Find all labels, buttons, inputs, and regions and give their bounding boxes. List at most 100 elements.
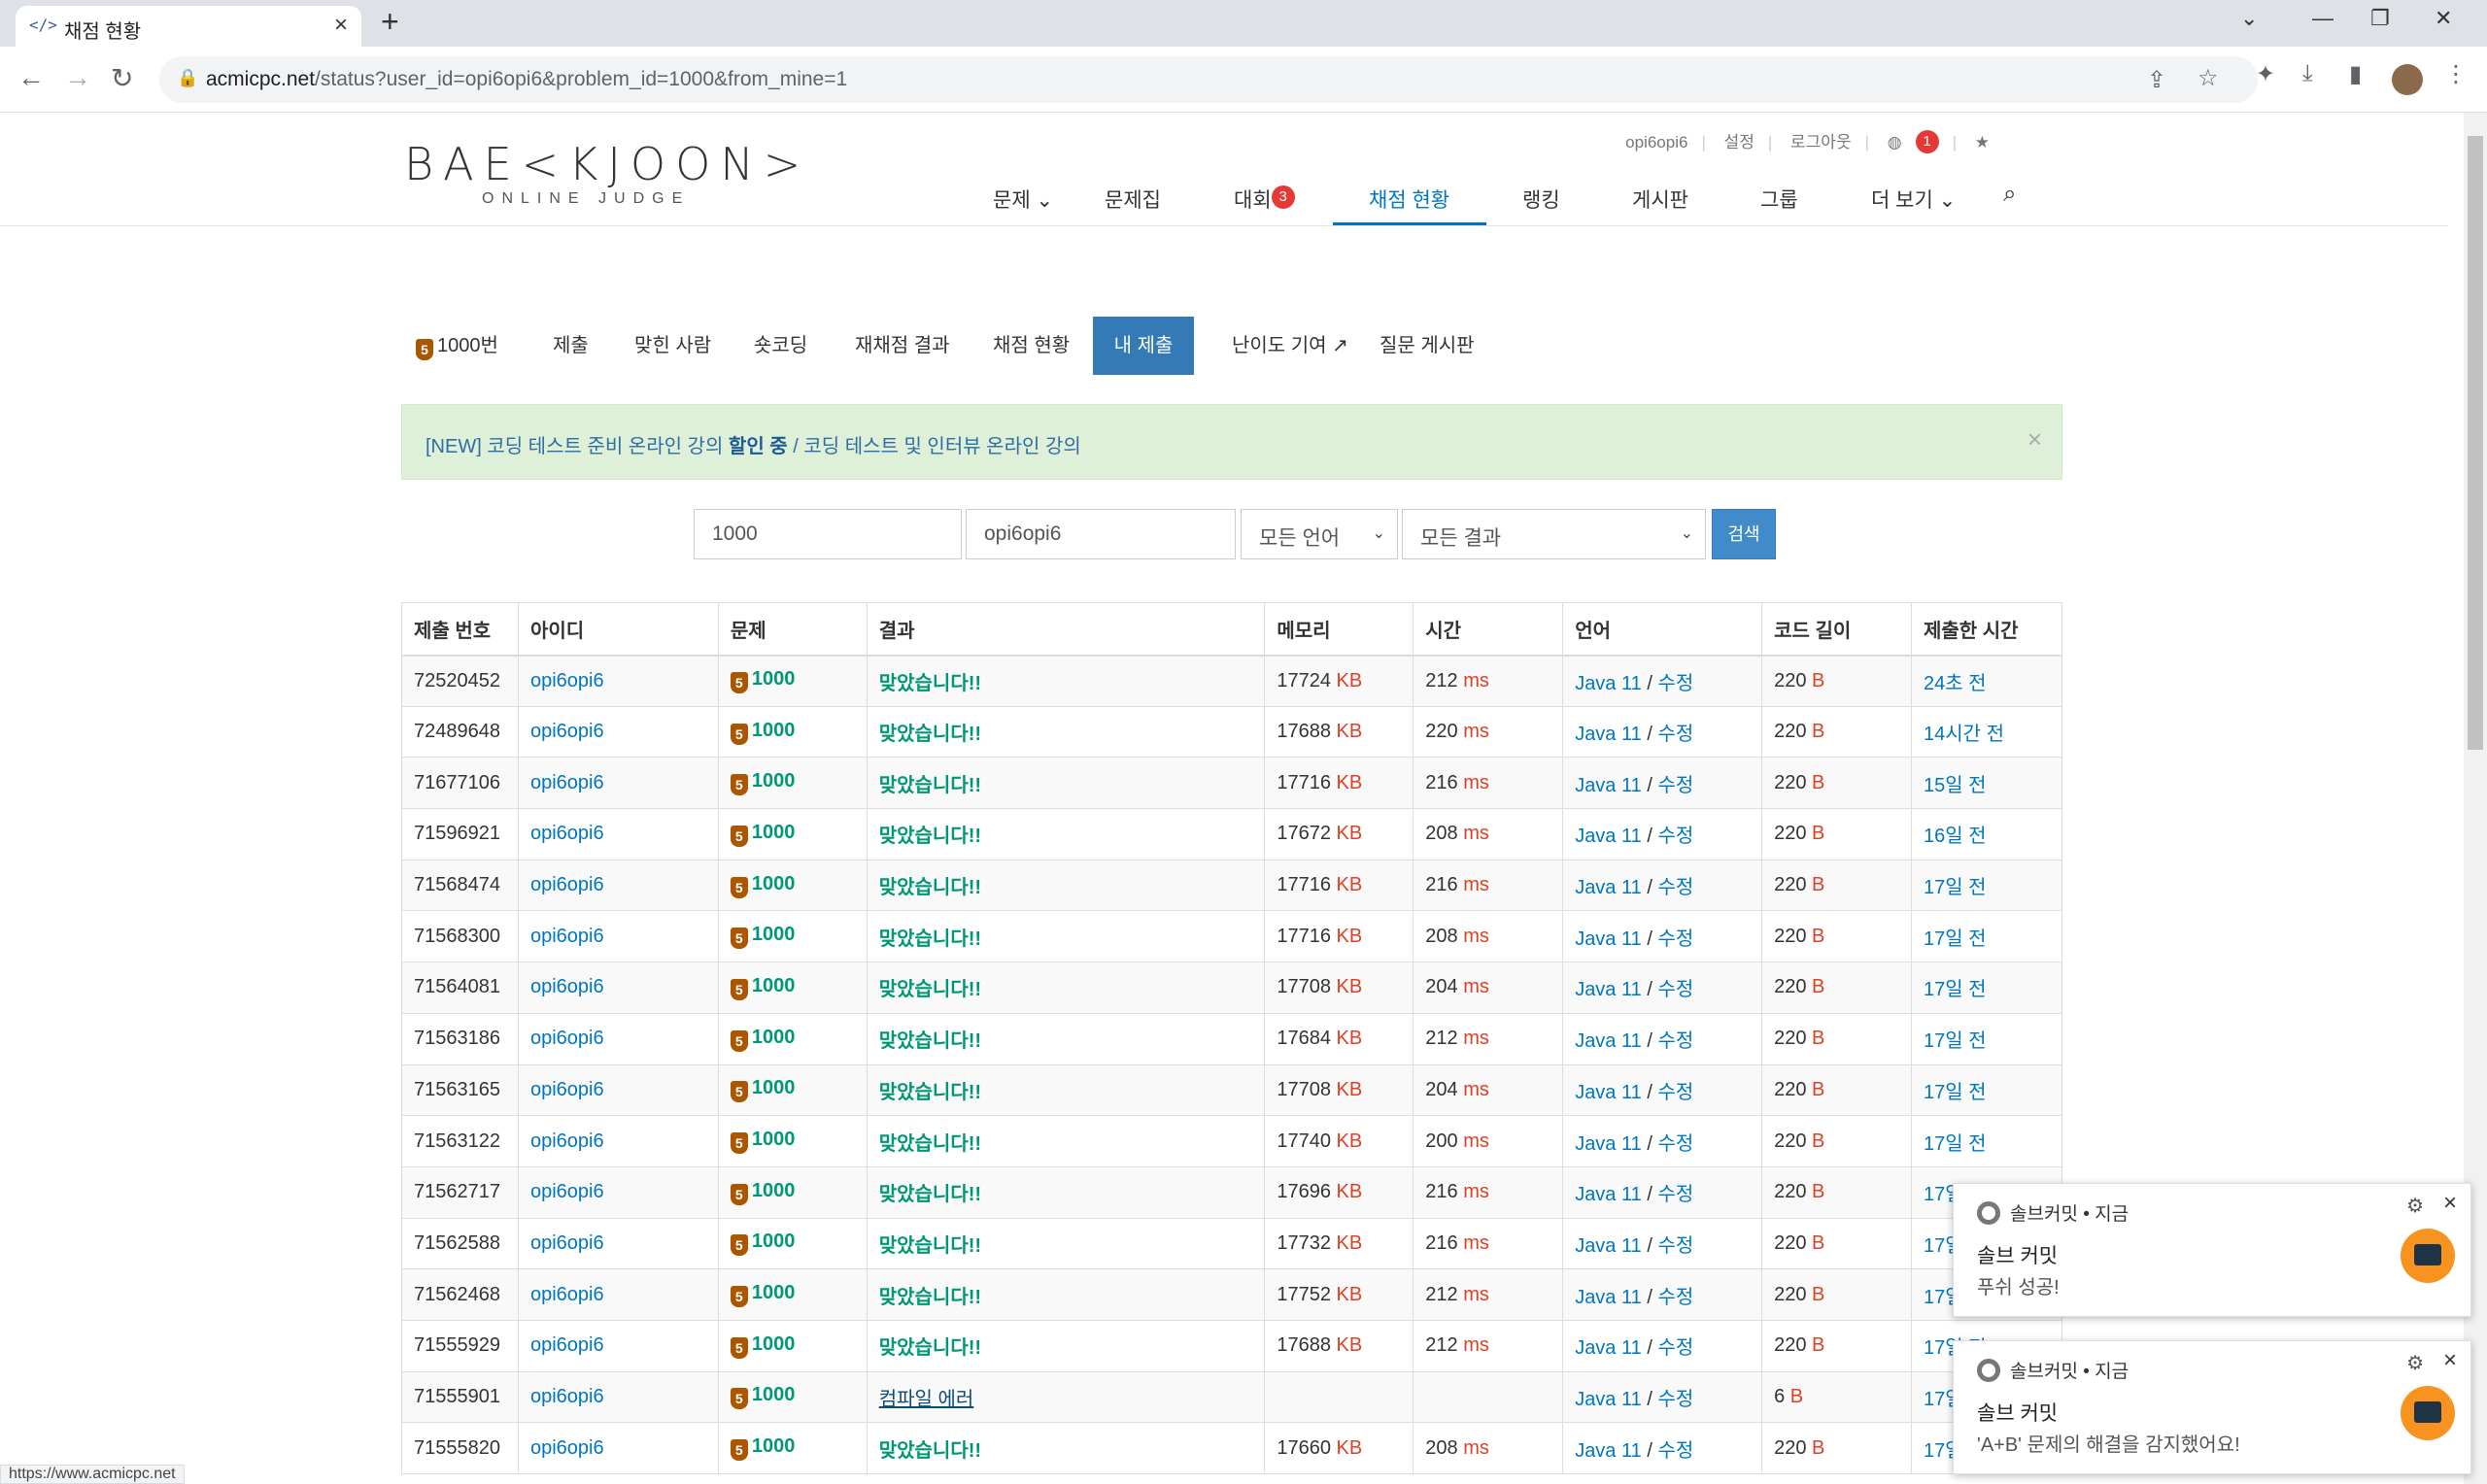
address-bar[interactable]: 🔒 acmicpc.net/status?user_id=opi6opi6&pr…: [159, 56, 2258, 103]
problem-link[interactable]: 1000: [752, 668, 796, 690]
problem-link[interactable]: 1000: [752, 873, 796, 894]
window-close-icon[interactable]: ✕: [2435, 6, 2452, 31]
language-link[interactable]: Java 11: [1575, 979, 1642, 1000]
tab-shortcoding[interactable]: 숏코딩: [740, 317, 821, 375]
user-link[interactable]: opi6opi6: [530, 772, 604, 793]
close-icon[interactable]: ×: [2443, 1190, 2457, 1217]
language-link[interactable]: Java 11: [1575, 673, 1642, 694]
language-link[interactable]: Java 11: [1575, 1337, 1642, 1359]
problem-link[interactable]: 1000: [752, 1129, 796, 1150]
settings-link[interactable]: 설정: [1724, 133, 1755, 152]
edit-link[interactable]: 수정: [1657, 1389, 1693, 1410]
notification-toast[interactable]: 솔브커밋 • 지금 ⚙ × 솔브 커밋 푸쉬 성공!: [1953, 1183, 2471, 1317]
restore-icon[interactable]: ❐: [2370, 6, 2390, 31]
edit-link[interactable]: 수정: [1657, 673, 1693, 694]
submitted-time-link[interactable]: 24초 전: [1924, 673, 1987, 694]
user-link[interactable]: opi6opi6: [530, 1437, 604, 1459]
problem-link[interactable]: 1000: [752, 924, 796, 945]
edit-link[interactable]: 수정: [1657, 877, 1693, 898]
user-link[interactable]: opi6opi6: [530, 1386, 604, 1407]
language-link[interactable]: Java 11: [1575, 1184, 1642, 1205]
edit-link[interactable]: 수정: [1657, 826, 1693, 847]
edit-link[interactable]: 수정: [1657, 724, 1693, 745]
user-link[interactable]: opi6opi6: [530, 670, 604, 691]
problem-link[interactable]: 1000: [752, 1231, 796, 1252]
user-link[interactable]: opi6opi6: [530, 1028, 604, 1049]
notification-toast[interactable]: 솔브커밋 • 지금 ⚙ × 솔브 커밋 'A+B' 문제의 해결을 감지했어요!: [1953, 1340, 2471, 1474]
problem-link[interactable]: 1000: [752, 975, 796, 996]
problem-link[interactable]: 1000: [752, 1384, 796, 1405]
user-link[interactable]: opi6opi6: [530, 1334, 604, 1356]
extensions-icon[interactable]: ✦: [2256, 60, 2275, 88]
submitted-time-link[interactable]: 17일 전: [1924, 1030, 1987, 1052]
problem-link[interactable]: 1000: [752, 1282, 796, 1303]
gear-icon[interactable]: ⚙: [2406, 1351, 2424, 1375]
search-icon[interactable]: ⌕: [2003, 181, 2016, 208]
submitted-time-link[interactable]: 17일 전: [1924, 979, 1987, 1000]
menu-kebab-icon[interactable]: ⋮: [2444, 60, 2468, 88]
user-link[interactable]: opi6opi6: [530, 874, 604, 895]
user-link[interactable]: opi6opi6: [530, 926, 604, 947]
result-text[interactable]: 컴파일 에러: [879, 1389, 974, 1410]
submitted-time-link[interactable]: 16일 전: [1924, 826, 1987, 847]
nav-groups[interactable]: 그룹: [1760, 185, 1798, 214]
edit-link[interactable]: 수정: [1657, 1133, 1693, 1155]
user-link[interactable]: opi6opi6: [530, 1232, 604, 1254]
submitted-time-link[interactable]: 17일 전: [1924, 1082, 1987, 1103]
scrollbar-thumb[interactable]: [2468, 136, 2483, 750]
language-link[interactable]: Java 11: [1575, 877, 1642, 898]
nav-more[interactable]: 더 보기 ⌄: [1871, 185, 1956, 214]
tab-status[interactable]: 채점 현황: [979, 317, 1083, 375]
download-icon[interactable]: ⤓: [2302, 60, 2313, 87]
edit-link[interactable]: 수정: [1657, 1440, 1693, 1462]
edit-link[interactable]: 수정: [1657, 1235, 1693, 1257]
language-link[interactable]: Java 11: [1575, 1440, 1642, 1462]
problem-link[interactable]: 1000: [752, 1077, 796, 1098]
edit-link[interactable]: 수정: [1657, 979, 1693, 1000]
tab-problem[interactable]: 5 1000번: [402, 317, 512, 375]
language-select[interactable]: 모든 언어 ⌄: [1241, 509, 1398, 559]
edit-link[interactable]: 수정: [1657, 928, 1693, 950]
user-link[interactable]: opi6opi6: [530, 721, 604, 742]
user-link[interactable]: opi6opi6: [530, 1284, 604, 1305]
user-link[interactable]: opi6opi6: [530, 1181, 604, 1202]
browser-tab[interactable]: </> 채점 현황 ×: [16, 6, 361, 47]
share-icon[interactable]: ⇪: [2147, 66, 2166, 94]
submitted-time-link[interactable]: 17일 전: [1924, 877, 1987, 898]
user-link[interactable]: opi6opi6: [530, 1130, 604, 1152]
problem-link[interactable]: 1000: [752, 822, 796, 843]
language-link[interactable]: Java 11: [1575, 1389, 1642, 1410]
nav-workbooks[interactable]: 문제집: [1105, 185, 1161, 214]
close-icon[interactable]: ×: [2443, 1347, 2457, 1374]
minimize-icon[interactable]: —: [2312, 6, 2334, 31]
problem-link[interactable]: 1000: [752, 770, 796, 792]
side-panel-icon[interactable]: ▮: [2349, 60, 2362, 88]
language-link[interactable]: Java 11: [1575, 1287, 1642, 1308]
profile-avatar[interactable]: [2392, 64, 2423, 95]
nav-contests[interactable]: 대회 3: [1234, 185, 1295, 214]
problem-id-input[interactable]: 1000: [694, 509, 962, 559]
alert-close-icon[interactable]: ×: [2027, 424, 2042, 455]
tab-rejudge[interactable]: 재채점 결과: [841, 317, 964, 375]
result-select[interactable]: 모든 결과 ⌄: [1402, 509, 1706, 559]
alert-message[interactable]: [NEW] 코딩 테스트 준비 온라인 강의 할인 중 / 코딩 테스트 및 인…: [426, 430, 1081, 458]
tab-submit[interactable]: 제출: [539, 317, 602, 375]
edit-link[interactable]: 수정: [1657, 1184, 1693, 1205]
problem-link[interactable]: 1000: [752, 1180, 796, 1201]
language-link[interactable]: Java 11: [1575, 1235, 1642, 1257]
language-link[interactable]: Java 11: [1575, 1030, 1642, 1052]
language-link[interactable]: Java 11: [1575, 1133, 1642, 1155]
tab-my-submissions[interactable]: 내 제출: [1093, 317, 1194, 375]
edit-link[interactable]: 수정: [1657, 1287, 1693, 1308]
user-id-input[interactable]: opi6opi6: [966, 509, 1236, 559]
nav-status[interactable]: 채점 현황: [1369, 185, 1449, 214]
forward-icon[interactable]: →: [64, 62, 91, 93]
gear-icon[interactable]: ⚙: [2406, 1194, 2424, 1218]
nav-ranking[interactable]: 랭킹: [1522, 185, 1560, 214]
tab-search-icon[interactable]: ⌄: [2240, 6, 2258, 31]
edit-link[interactable]: 수정: [1657, 1030, 1693, 1052]
submitted-time-link[interactable]: 15일 전: [1924, 775, 1987, 796]
problem-link[interactable]: 1000: [752, 1333, 796, 1355]
bookmark-star-icon[interactable]: ☆: [2197, 64, 2219, 92]
user-link[interactable]: opi6opi6: [530, 976, 604, 997]
